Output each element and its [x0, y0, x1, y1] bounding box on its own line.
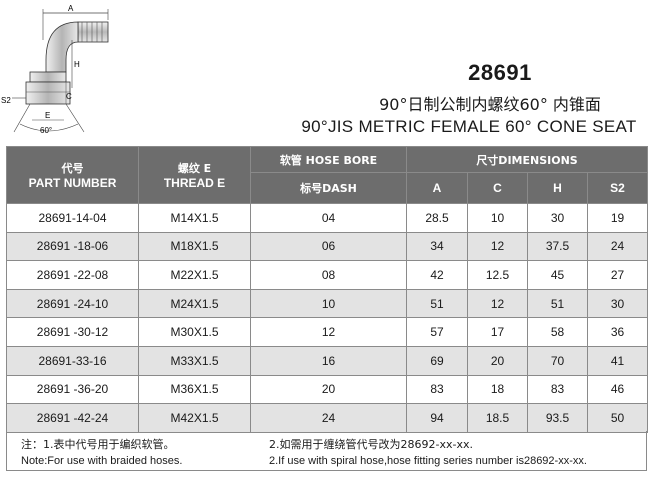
cell-s2: 19 [586, 203, 649, 233]
cell-c: 12.5 [467, 260, 528, 290]
cell-h: 30 [527, 203, 588, 233]
header-c: C [467, 172, 528, 204]
cell-thread: M33X1.5 [138, 345, 251, 376]
note1-en: Note:For use with braided hoses. [21, 455, 183, 467]
spec-table: 代号 PART NUMBER 螺纹 E THREAD E 软管 HOSE BOR… [6, 146, 649, 433]
dim-c-label: C [66, 92, 72, 101]
cell-dash: 20 [250, 374, 407, 405]
cell-a: 28.5 [406, 203, 468, 233]
header-part-en: PART NUMBER [28, 176, 117, 190]
cell-dash: 16 [250, 345, 407, 376]
cell-a: 42 [406, 260, 468, 290]
table-row: 28691-33-16 M33X1.5 16 69 20 70 41 [6, 345, 649, 376]
product-code: 28691 [468, 60, 532, 85]
cell-part: 28691 -18-06 [6, 231, 139, 262]
table-row: 28691 -36-20 M36X1.5 20 83 18 83 46 [6, 374, 649, 405]
cell-dash: 06 [250, 231, 407, 262]
cell-thread: M14X1.5 [138, 203, 251, 233]
cell-thread: M42X1.5 [138, 403, 251, 433]
header-thread-cn: 螺纹 E [177, 162, 212, 175]
cell-h: 93.5 [527, 403, 588, 433]
note2-cn: 2.如需用于缠绕管代号改为28692-xx-xx. [269, 438, 473, 451]
cell-h: 37.5 [527, 231, 588, 262]
cell-a: 51 [406, 288, 468, 319]
dim-h-label: H [74, 60, 80, 69]
cell-c: 17 [467, 317, 528, 347]
header-part-number: 代号 PART NUMBER [6, 146, 139, 204]
cell-dash: 12 [250, 317, 407, 347]
cell-part: 28691-14-04 [6, 203, 139, 233]
cell-a: 83 [406, 374, 468, 405]
hose-tail [77, 21, 109, 43]
header-dash: 标号DASH [250, 172, 407, 204]
cell-s2: 30 [586, 288, 649, 319]
header-thread: 螺纹 E THREAD E [138, 146, 251, 204]
cell-thread: M36X1.5 [138, 374, 251, 405]
cell-c: 12 [467, 231, 528, 262]
dim-a-label: A [68, 4, 74, 13]
cell-h: 83 [527, 374, 588, 405]
cell-c: 20 [467, 345, 528, 376]
cell-a: 69 [406, 345, 468, 376]
table-row: 28691 -24-10 M24X1.5 10 51 12 51 30 [6, 288, 649, 319]
cell-part: 28691 -24-10 [6, 288, 139, 319]
cell-thread: M18X1.5 [138, 231, 251, 262]
header-hose-bore: 软管 HOSE BORE [250, 146, 407, 173]
table-row: 28691 -42-24 M42X1.5 24 94 18.5 93.5 50 [6, 403, 649, 433]
dim-s2-label: S2 [1, 96, 11, 105]
cell-dash: 04 [250, 203, 407, 233]
cell-s2: 27 [586, 260, 649, 290]
cell-part: 28691 -36-20 [6, 374, 139, 405]
cell-s2: 36 [586, 317, 649, 347]
fitting-drawing: A H C S2 E 60° [1, 4, 109, 135]
cell-s2: 24 [586, 231, 649, 262]
product-title-en: 90°JIS METRIC FEMALE 60° CONE SEAT [301, 117, 637, 136]
table-row: 28691-14-04 M14X1.5 04 28.5 10 30 19 [6, 203, 649, 233]
cell-c: 10 [467, 203, 528, 233]
cell-c: 12 [467, 288, 528, 319]
cell-dash: 08 [250, 260, 407, 290]
table-row: 28691 -18-06 M18X1.5 06 34 12 37.5 24 [6, 231, 649, 262]
table-row: 28691 -22-08 M22X1.5 08 42 12.5 45 27 [6, 260, 649, 290]
cell-thread: M30X1.5 [138, 317, 251, 347]
hex-nut [25, 81, 71, 105]
header-a: A [406, 172, 468, 204]
cell-part: 28691 -22-08 [6, 260, 139, 290]
cell-a: 57 [406, 317, 468, 347]
header-dimensions: 尺寸DIMENSIONS [405, 146, 649, 173]
cell-h: 70 [527, 345, 588, 376]
note1-cn: 注：1.表中代号用于编织软管。 [21, 438, 175, 451]
cell-a: 94 [406, 403, 468, 433]
cell-part: 28691-33-16 [6, 345, 139, 376]
cell-s2: 50 [586, 403, 649, 433]
cell-s2: 46 [586, 374, 649, 405]
angle-label: 60° [40, 126, 52, 135]
cell-thread: M24X1.5 [138, 288, 251, 319]
cell-thread: M22X1.5 [138, 260, 251, 290]
cell-c: 18 [467, 374, 528, 405]
header-part-cn: 代号 [61, 162, 84, 175]
cell-h: 45 [527, 260, 588, 290]
header-h: H [527, 172, 588, 204]
cell-dash: 10 [250, 288, 407, 319]
table-row: 28691 -30-12 M30X1.5 12 57 17 58 36 [6, 317, 649, 347]
cell-part: 28691 -42-24 [6, 403, 139, 433]
cell-s2: 41 [586, 345, 649, 376]
nut-top [29, 71, 67, 83]
cell-part: 28691 -30-12 [6, 317, 139, 347]
header-s2: S2 [586, 172, 649, 204]
cell-a: 34 [406, 231, 468, 262]
cell-h: 58 [527, 317, 588, 347]
header-thread-en: THREAD E [163, 176, 226, 190]
product-title-cn: 90°日制公制内螺纹60° 内锥面 [379, 95, 601, 114]
cell-dash: 24 [250, 403, 407, 433]
notes-box: 注：1.表中代号用于编织软管。 Note:For use with braide… [6, 431, 647, 471]
cell-c: 18.5 [467, 403, 528, 433]
cell-h: 51 [527, 288, 588, 319]
note2-en: 2.If use with spiral hose,hose fitting s… [269, 455, 587, 467]
dim-e-label: E [45, 111, 50, 120]
